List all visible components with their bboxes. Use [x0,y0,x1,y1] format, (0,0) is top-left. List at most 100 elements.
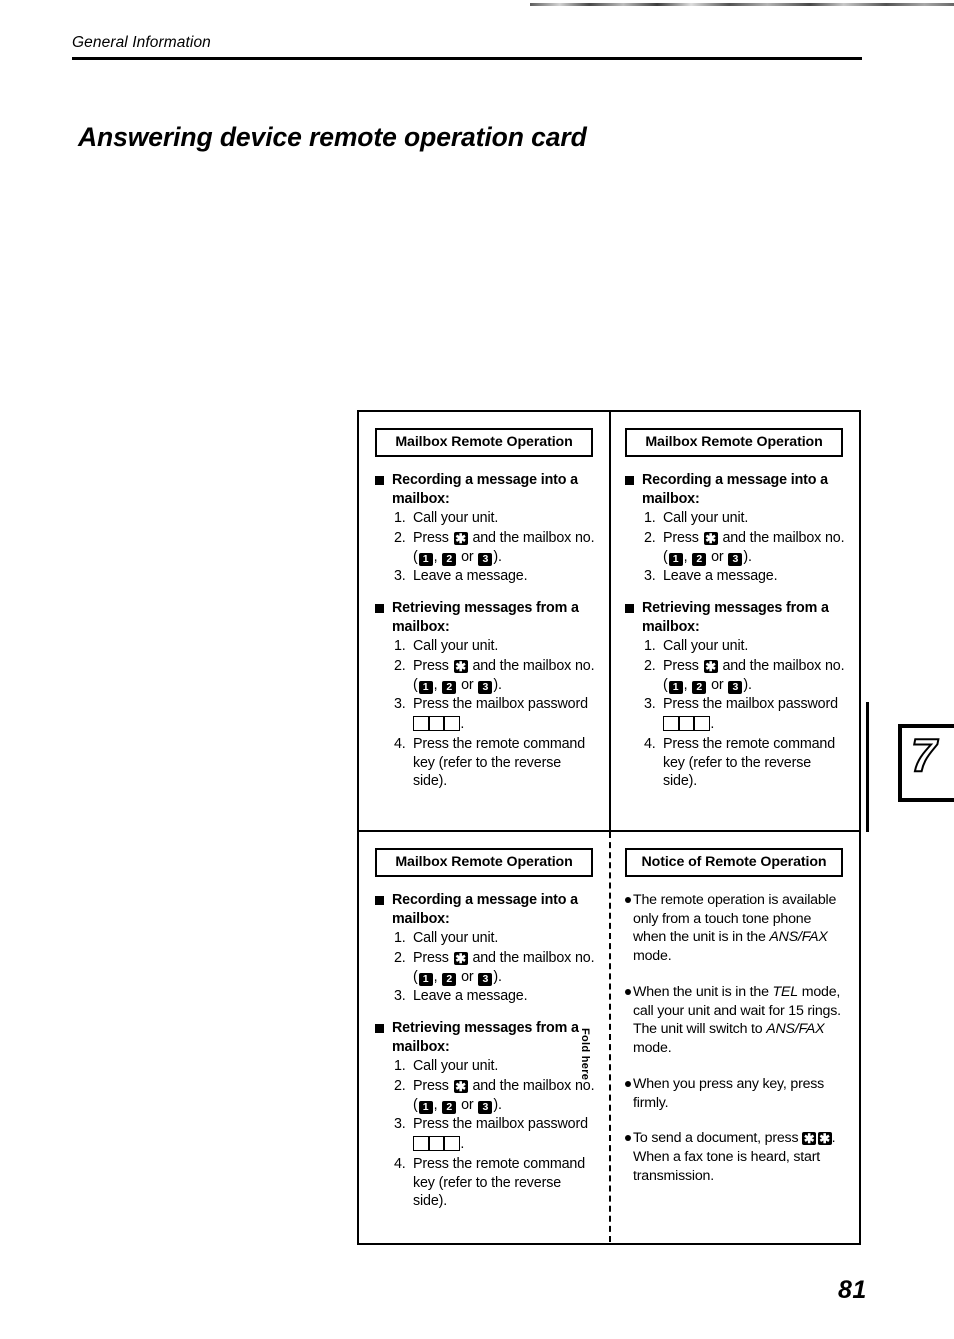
steps-retrieving: 1. Call your unit. 2. Press ✱ and the ma… [373,637,597,791]
page-title: Answering device remote operation card [78,121,587,152]
step-text: Call your unit. [413,930,499,947]
comma: , [433,1096,438,1113]
card-title: Mailbox Remote Operation [375,428,593,457]
comma: , [433,548,438,565]
press-label: Press [663,657,699,674]
section-heading-text: Recording a message into a mailbox: [642,472,828,507]
paren-open: ( [663,548,668,565]
section-heading-text: Retrieving messages from a mailbox: [392,1020,579,1055]
chapter-number: 7 [910,729,938,781]
password-entry-boxes [413,1136,461,1152]
paren-close: ). [743,676,752,693]
notice-item: When you press any key, press firmly. [623,1075,847,1112]
or-label: or [461,968,474,985]
key-1-icon: 1 [668,680,683,694]
comma: , [433,968,438,985]
notice-card: Notice of Remote Operation The remote op… [609,832,859,1242]
scan-artifact-streak [530,3,954,6]
step-number: 3. [394,568,406,585]
step-item: 3. Leave a message. [644,567,847,586]
password-entry-boxes [663,716,711,732]
star-key-icon: ✱ [453,530,468,546]
press-label: Press [663,529,699,546]
notice-text: When the unit is in the TEL mode, call y… [633,983,841,1057]
step-text: Press ✱ and the mailbox no. (1, 2 or 3). [413,529,597,566]
step-item: 2. Press ✱ and the mailbox no. (1, 2 or … [644,657,847,694]
card-row-bottom: Fold here Mailbox Remote Operation Recor… [359,832,859,1242]
step-number: 4. [394,1155,406,1172]
step-text: Call your unit. [413,638,499,655]
square-bullet-icon [625,476,634,485]
key-1-icon: 1 [418,552,433,566]
header-rule [72,57,862,60]
steps-retrieving: 1. Call your unit. 2. Press ✱ and the ma… [623,637,847,791]
step-number: 2. [644,657,656,674]
paren-close: ). [493,1096,502,1113]
notice-text: The remote operation is available only f… [633,892,837,965]
step-number: 2. [394,529,406,546]
mailbox-no-label: and the mailbox no. [472,529,595,546]
square-bullet-icon [375,476,384,485]
step-text: Call your unit. [663,510,749,527]
key-2-icon: 2 [442,552,457,566]
paren-open: ( [413,548,418,565]
page-header: General Information [72,34,862,60]
notice-item: The remote operation is available only f… [623,891,847,966]
section-heading-retrieving: Retrieving messages from a mailbox: [373,599,597,636]
steps-recording: 1. Call your unit. 2. Press ✱ and the ma… [373,929,597,1006]
password-label: Press the mailbox password [413,696,588,713]
period: . [710,716,715,733]
star-key-icon: ✱ [703,530,718,546]
step-number: 1. [644,638,656,655]
section-heading-recording: Recording a message into a mailbox: [373,471,597,508]
step-text: Press ✱ and the mailbox no. (1, 2 or 3). [413,1077,597,1114]
key-3-icon: 3 [478,680,493,694]
step-item: 2. Press ✱ and the mailbox no. (1, 2 or … [394,1077,597,1114]
step-number: 3. [394,1116,406,1133]
or-label: or [461,1096,474,1113]
step-number: 2. [394,949,406,966]
round-bullet-icon [625,897,631,903]
steps-recording: 1. Call your unit. 2. Press ✱ and the ma… [623,509,847,586]
step-text: Press ✱ and the mailbox no. (1, 2 or 3). [413,657,597,694]
step-item: 3. Leave a message. [394,567,597,586]
card-title: Mailbox Remote Operation [375,848,593,877]
key-1-icon: 1 [668,552,683,566]
step-item: 4. Press the remote command key (refer t… [394,1155,597,1211]
press-label: Press [413,657,449,674]
remote-operation-card-block: Mailbox Remote Operation Recording a mes… [357,410,861,1245]
chapter-tab-marker: 7 [898,724,954,802]
step-number: 3. [394,988,406,1005]
step-item: 2. Press ✱ and the mailbox no. (1, 2 or … [394,949,597,986]
step-item: 3. Leave a message. [394,987,597,1006]
round-bullet-icon [625,988,631,995]
key-3-icon: 3 [478,972,493,986]
star-key-icon: ✱ [453,1078,468,1094]
round-bullet-icon [625,1135,631,1142]
section-heading-text: Recording a message into a mailbox: [392,472,578,507]
square-bullet-icon [375,1024,384,1034]
mailbox-no-label: and the mailbox no. [722,657,845,674]
step-number: 2. [394,1077,406,1094]
step-text: Press the mailbox password . [663,695,847,733]
step-item: 2. Press ✱ and the mailbox no. (1, 2 or … [394,529,597,566]
comma: , [683,676,688,693]
steps-retrieving: 1. Call your unit. 2. Press ✱ and the ma… [373,1057,597,1211]
step-item: 3. Press the mailbox password . [644,695,847,733]
step-item: 1. Call your unit. [644,637,847,656]
key-3-icon: 3 [478,1100,493,1114]
password-label: Press the mailbox password [663,696,838,713]
section-recording: Recording a message into a mailbox: 1. C… [623,471,847,586]
step-item: 2. Press ✱ and the mailbox no. (1, 2 or … [644,529,847,566]
mailbox-no-label: and the mailbox no. [472,1077,595,1094]
square-bullet-icon [375,604,384,614]
key-3-icon: 3 [728,552,743,566]
section-label: General Information [72,34,211,51]
mailbox-no-label: and the mailbox no. [722,529,845,546]
mailbox-no-label: and the mailbox no. [472,949,595,966]
step-text: Leave a message. [413,568,528,585]
notice-item: When the unit is in the TEL mode, call y… [623,983,847,1058]
key-2-icon: 2 [442,972,457,986]
section-retrieving: Retrieving messages from a mailbox: 1. C… [623,599,847,791]
star-key-icon: ✱ [703,658,718,674]
